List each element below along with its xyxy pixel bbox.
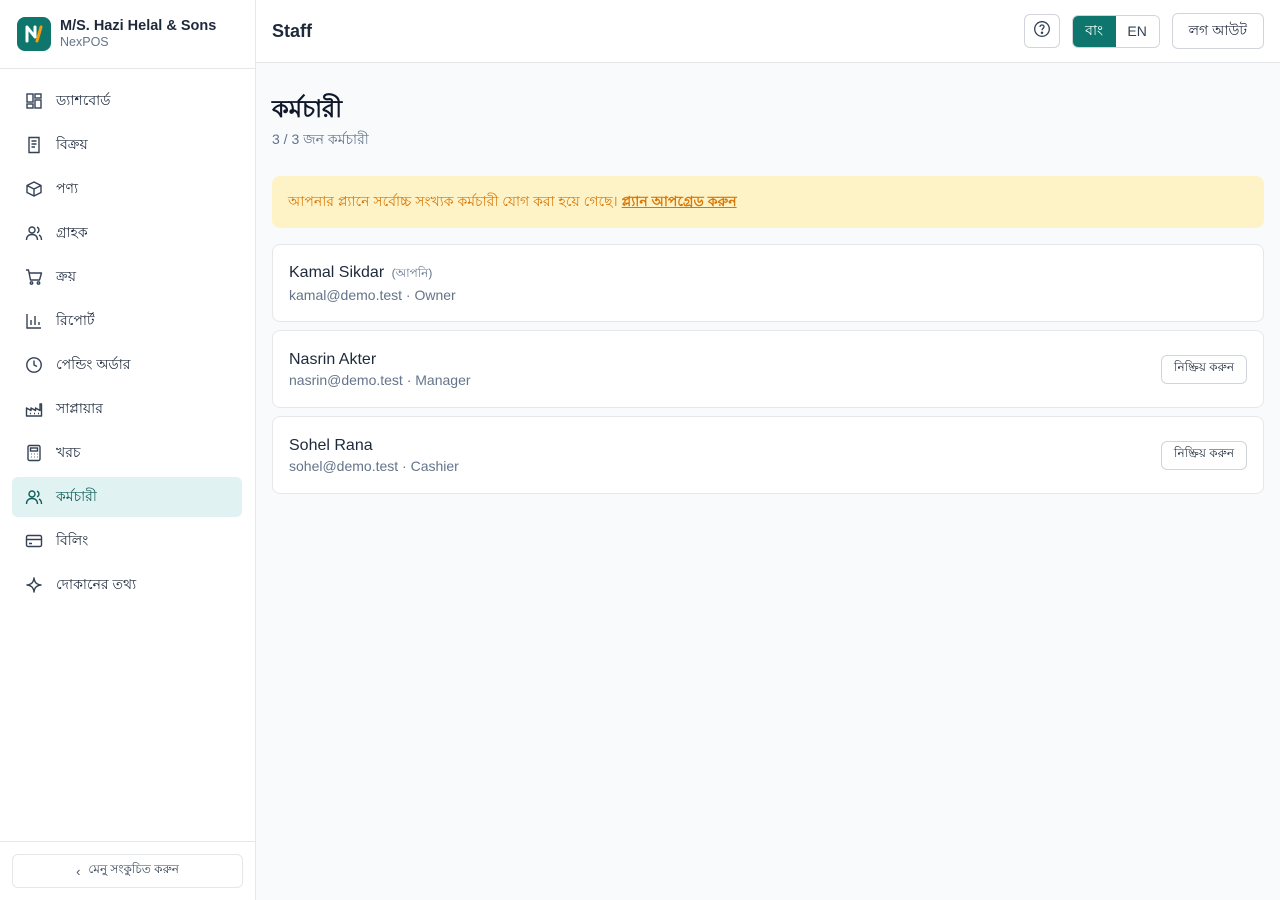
alert-text: আপনার প্ল্যানে সর্বোচ্চ সংখ্যক কর্মচারী … [288, 193, 618, 209]
sidebar-item-label: গ্রাহক [56, 224, 88, 240]
staff-card: Sohel Rana sohel@demo.test · Cashier নিষ… [272, 416, 1264, 494]
collapse-menu-label: মেনু সংকুচিত করুন [88, 862, 179, 876]
staff-name: Nasrin Akter [289, 351, 377, 368]
store-name: M/S. Hazi Helal & Sons [60, 18, 217, 34]
sidebar-item-billing[interactable]: বিলিং [12, 521, 242, 561]
staff-card: Kamal Sikdar (আপনি) kamal@demo.test · Ow… [272, 244, 1264, 322]
sidebar-item-shop-info[interactable]: দোকানের তথ্য [12, 565, 242, 605]
sidebar-item-sales[interactable]: বিক্রয় [12, 125, 242, 165]
help-icon [1033, 20, 1051, 43]
staff-meta: nasrin@demo.test · Manager [289, 372, 471, 388]
plan-limit-alert: আপনার প্ল্যানে সর্বোচ্চ সংখ্যক কর্মচারী … [272, 176, 1264, 228]
sidebar-divider [0, 841, 255, 842]
sidebar-item-purchase[interactable]: ক্রয় [12, 257, 242, 297]
users-icon [24, 487, 44, 507]
receipt-icon [24, 135, 44, 155]
credit-card-icon [24, 531, 44, 551]
staff-card: Nasrin Akter nasrin@demo.test · Manager … [272, 330, 1264, 408]
sidebar-item-label: খরচ [56, 444, 81, 460]
sidebar-item-label: কর্মচারী [56, 488, 97, 504]
deactivate-button[interactable]: নিষ্ক্রিয় করুন [1161, 354, 1247, 384]
sidebar-item-label: দোকানের তথ্য [56, 576, 137, 592]
cart-icon [24, 267, 44, 287]
sidebar-nav: ড্যাশবোর্ড বিক্রয় পণ্য গ্রাহক ক্রয় রিপ… [0, 69, 255, 605]
staff-meta: sohel@demo.test · Cashier [289, 458, 459, 474]
sidebar-item-label: ক্রয় [56, 268, 76, 284]
staff-name: Kamal Sikdar [289, 264, 385, 281]
staff-list: Kamal Sikdar (আপনি) kamal@demo.test · Ow… [272, 244, 1264, 494]
staff-count: 3 / 3 জন কর্মচারী [272, 131, 369, 147]
staff-name: Sohel Rana [289, 437, 373, 454]
sidebar-item-label: বিলিং [56, 532, 89, 548]
you-badge: (আপনি) [391, 266, 433, 280]
sidebar-item-label: বিক্রয় [56, 136, 88, 152]
sidebar-item-label: রিপোর্ট [56, 312, 95, 328]
users-icon [24, 223, 44, 243]
product-name: NexPOS [60, 35, 109, 49]
sidebar-item-expenses[interactable]: খরচ [12, 433, 242, 473]
sidebar-item-customers[interactable]: গ্রাহক [12, 213, 242, 253]
calculator-icon [24, 443, 44, 463]
sidebar-item-dashboard[interactable]: ড্যাশবোর্ড [12, 81, 242, 121]
language-toggle: বাং EN [1071, 14, 1160, 48]
brand[interactable]: M/S. Hazi Helal & Sons NexPOS [0, 0, 255, 69]
staff-meta: kamal@demo.test · Owner [289, 287, 456, 303]
sidebar-item-reports[interactable]: রিপোর্ট [12, 301, 242, 341]
sparkle-icon [24, 575, 44, 595]
dashboard-icon [24, 91, 44, 111]
page-header-title: Staff [272, 20, 312, 41]
collapse-menu-button[interactable]: ‹ মেনু সংকুচিত করুন [12, 854, 243, 888]
main-content: কর্মচারী 3 / 3 জন কর্মচারী আপনার প্ল্যান… [272, 63, 1264, 502]
nexpos-logo-icon [17, 17, 51, 51]
top-header: Staff বাং EN লগ আউট [256, 0, 1280, 63]
sidebar-item-label: পেন্ডিং অর্ডার [56, 356, 131, 372]
upgrade-plan-link[interactable]: প্ল্যান আপগ্রেড করুন [622, 190, 737, 214]
sidebar-item-products[interactable]: পণ্য [12, 169, 242, 209]
clock-icon [24, 355, 44, 375]
sidebar-item-staff[interactable]: কর্মচারী [12, 477, 242, 517]
help-button[interactable] [1023, 14, 1060, 48]
lang-bangla-button[interactable]: বাং [1072, 15, 1116, 47]
sidebar: M/S. Hazi Helal & Sons NexPOS ড্যাশবোর্ড… [0, 0, 256, 900]
sidebar-item-suppliers[interactable]: সাপ্লায়ার [12, 389, 242, 429]
sidebar-item-label: ড্যাশবোর্ড [56, 92, 111, 108]
lang-english-button[interactable]: EN [1115, 15, 1159, 47]
sidebar-item-label: পণ্য [56, 180, 79, 196]
chevron-left-icon: ‹ [76, 863, 81, 879]
sidebar-item-pending-orders[interactable]: পেন্ডিং অর্ডার [12, 345, 242, 385]
bar-chart-icon [24, 311, 44, 331]
box-icon [24, 179, 44, 199]
page-title: কর্মচারী [272, 96, 343, 123]
sidebar-item-label: সাপ্লায়ার [56, 400, 103, 416]
logout-button[interactable]: লগ আউট [1171, 13, 1264, 49]
deactivate-button[interactable]: নিষ্ক্রিয় করুন [1161, 440, 1247, 470]
factory-icon [24, 399, 44, 419]
